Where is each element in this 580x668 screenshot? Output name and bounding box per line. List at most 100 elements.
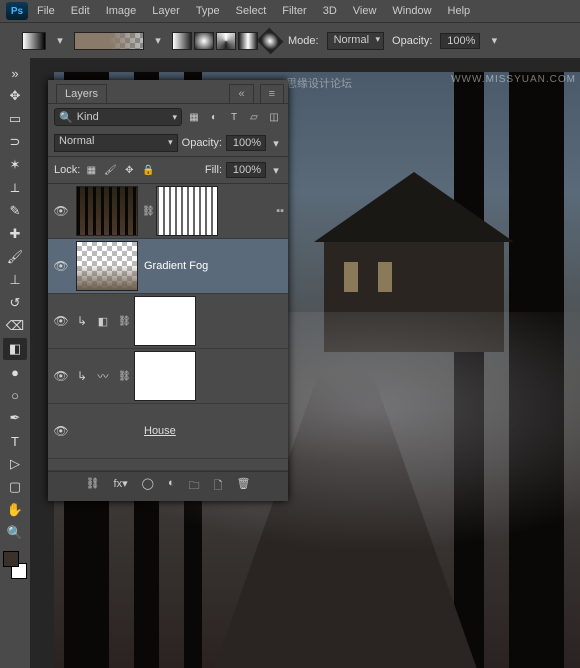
menu-type[interactable]: Type <box>189 3 227 19</box>
options-bar: ▾ ▾ Mode: Normal Opacity: 100% ▾ <box>0 22 580 58</box>
menu-file[interactable]: File <box>30 3 62 19</box>
filter-type-icon[interactable]: T <box>226 109 242 125</box>
layer-mask-thumbnail[interactable] <box>134 351 196 401</box>
filter-adjust-icon[interactable]: ◐ <box>206 109 222 125</box>
menu-filter[interactable]: Filter <box>275 3 313 19</box>
tool-preset-dropdown[interactable]: ▾ <box>54 32 66 50</box>
blur-tool[interactable]: ● <box>3 361 27 383</box>
move-tool[interactable]: ✥ <box>3 85 27 107</box>
visibility-toggle[interactable]: 👁 <box>52 424 70 438</box>
fill-dropdown[interactable]: ▾ <box>270 161 282 179</box>
hand-tool[interactable]: ✋ <box>3 499 27 521</box>
new-group-icon[interactable]: 🗀 <box>189 477 200 496</box>
layer-mask-thumbnail[interactable] <box>156 186 218 236</box>
history-brush-tool[interactable]: ↺ <box>3 292 27 314</box>
layer-opacity-dropdown[interactable]: ▾ <box>270 134 282 152</box>
gradient-diamond[interactable] <box>257 27 284 54</box>
layer-row[interactable]: 👁 House <box>48 404 288 459</box>
gradient-radial[interactable] <box>194 32 214 50</box>
link-layers-icon[interactable]: ⛓ <box>86 477 100 496</box>
lock-all-icon[interactable]: 🔒 <box>141 163 155 177</box>
gradient-reflected[interactable] <box>238 32 258 50</box>
delete-layer-icon[interactable]: 🗑 <box>236 477 250 496</box>
filter-smart-icon[interactable]: ◫ <box>266 109 282 125</box>
crop-tool[interactable]: ⟂ <box>3 177 27 199</box>
color-swatches[interactable] <box>3 551 27 579</box>
magic-wand-tool[interactable]: ✶ <box>3 154 27 176</box>
eyedropper-tool[interactable]: ✎ <box>3 200 27 222</box>
layer-fx-icon[interactable]: fx▾ <box>114 477 128 496</box>
filter-expand-icon[interactable]: ▪▪ <box>276 205 284 217</box>
lock-transparency-icon[interactable]: ▦ <box>84 163 98 177</box>
visibility-toggle[interactable]: 👁 <box>52 369 70 383</box>
layer-opacity-value[interactable]: 100% <box>226 135 266 151</box>
layer-opacity-label: Opacity: <box>182 137 222 149</box>
gradient-picker-dropdown[interactable]: ▾ <box>152 32 164 50</box>
gradient-tool[interactable]: ◧ <box>3 338 27 360</box>
add-mask-icon[interactable]: ◯ <box>142 477 154 496</box>
menu-select[interactable]: Select <box>229 3 274 19</box>
layer-name[interactable]: Gradient Fog <box>144 260 208 272</box>
gradient-type-group <box>172 32 280 50</box>
lock-position-icon[interactable]: ✥ <box>122 163 136 177</box>
new-layer-icon[interactable]: 🗋 <box>214 477 223 496</box>
type-tool[interactable]: T <box>3 430 27 452</box>
layer-row[interactable]: 👁 ↳ ◧ ⛓ <box>48 294 288 349</box>
gradient-preview[interactable] <box>74 32 144 50</box>
menu-window[interactable]: Window <box>385 3 438 19</box>
foreground-swatch[interactable] <box>3 551 19 567</box>
levels-icon[interactable]: ◧ <box>94 312 112 330</box>
visibility-toggle[interactable]: 👁 <box>52 314 70 328</box>
filter-pixel-icon[interactable]: ▦ <box>186 109 202 125</box>
panel-menu-icon[interactable]: ≡ <box>260 84 284 103</box>
path-select-tool[interactable]: ▷ <box>3 453 27 475</box>
curves-icon[interactable]: 〰 <box>94 367 112 385</box>
mask-link-icon[interactable]: ⛓ <box>118 371 128 382</box>
fill-value[interactable]: 100% <box>226 162 266 178</box>
shape-tool[interactable]: ▢ <box>3 476 27 498</box>
panel-collapse-icon[interactable]: « <box>229 84 253 103</box>
visibility-toggle[interactable]: 👁 <box>52 204 70 218</box>
layer-row[interactable]: 👁 ↳ 〰 ⛓ <box>48 349 288 404</box>
layer-mask-thumbnail[interactable] <box>134 296 196 346</box>
mask-link-icon[interactable]: ⛓ <box>142 206 152 217</box>
opacity-value[interactable]: 100% <box>440 33 480 49</box>
mode-select[interactable]: Normal <box>327 32 384 50</box>
brush-tool[interactable]: 🖌 <box>3 246 27 268</box>
healing-brush-tool[interactable]: ✚ <box>3 223 27 245</box>
eraser-tool[interactable]: ⌫ <box>3 315 27 337</box>
marquee-tool[interactable]: ▭ <box>3 108 27 130</box>
layer-row[interactable]: 👁 ⛓ ▪▪ <box>48 184 288 239</box>
menu-view[interactable]: View <box>346 3 384 19</box>
layer-thumbnail[interactable] <box>76 241 138 291</box>
gradient-angle[interactable] <box>216 32 236 50</box>
layers-panel[interactable]: Layers « ≡ 🔍 Kind ▾ ▦ ◐ T ▱ ◫ Normal Opa… <box>48 80 288 501</box>
lock-pixels-icon[interactable]: 🖌 <box>103 163 117 177</box>
lasso-tool[interactable]: ⊃ <box>3 131 27 153</box>
expand-arrows[interactable]: » <box>3 62 27 84</box>
blend-mode-select[interactable]: Normal <box>54 134 178 152</box>
pen-tool[interactable]: ✒ <box>3 407 27 429</box>
tool-preset-swatch[interactable] <box>22 32 46 50</box>
filter-shape-icon[interactable]: ▱ <box>246 109 262 125</box>
menu-layer[interactable]: Layer <box>145 3 187 19</box>
menu-3d[interactable]: 3D <box>316 3 344 19</box>
mask-link-icon[interactable]: ⛓ <box>118 316 128 327</box>
visibility-toggle[interactable]: 👁 <box>52 259 70 273</box>
menu-help[interactable]: Help <box>441 3 478 19</box>
tool-column: » ✥ ▭ ⊃ ✶ ⟂ ✎ ✚ 🖌 ⊥ ↺ ⌫ ◧ ● ○ ✒ T ▷ ▢ ✋ … <box>0 58 30 668</box>
layers-tab[interactable]: Layers <box>56 84 107 103</box>
layer-thumbnail[interactable] <box>76 186 138 236</box>
menu-image[interactable]: Image <box>99 3 144 19</box>
opacity-dropdown[interactable]: ▾ <box>488 32 500 50</box>
watermark-center: 思缘设计论坛 <box>286 75 352 91</box>
layer-filter-kind[interactable]: 🔍 Kind ▾ <box>54 108 182 126</box>
zoom-tool[interactable]: 🔍 <box>3 522 27 544</box>
layer-row[interactable]: 👁 Gradient Fog <box>48 239 288 294</box>
gradient-linear[interactable] <box>172 32 192 50</box>
dodge-tool[interactable]: ○ <box>3 384 27 406</box>
layer-name[interactable]: House <box>144 425 176 437</box>
menu-edit[interactable]: Edit <box>64 3 97 19</box>
new-adjustment-icon[interactable]: ◐ <box>168 477 175 496</box>
stamp-tool[interactable]: ⊥ <box>3 269 27 291</box>
